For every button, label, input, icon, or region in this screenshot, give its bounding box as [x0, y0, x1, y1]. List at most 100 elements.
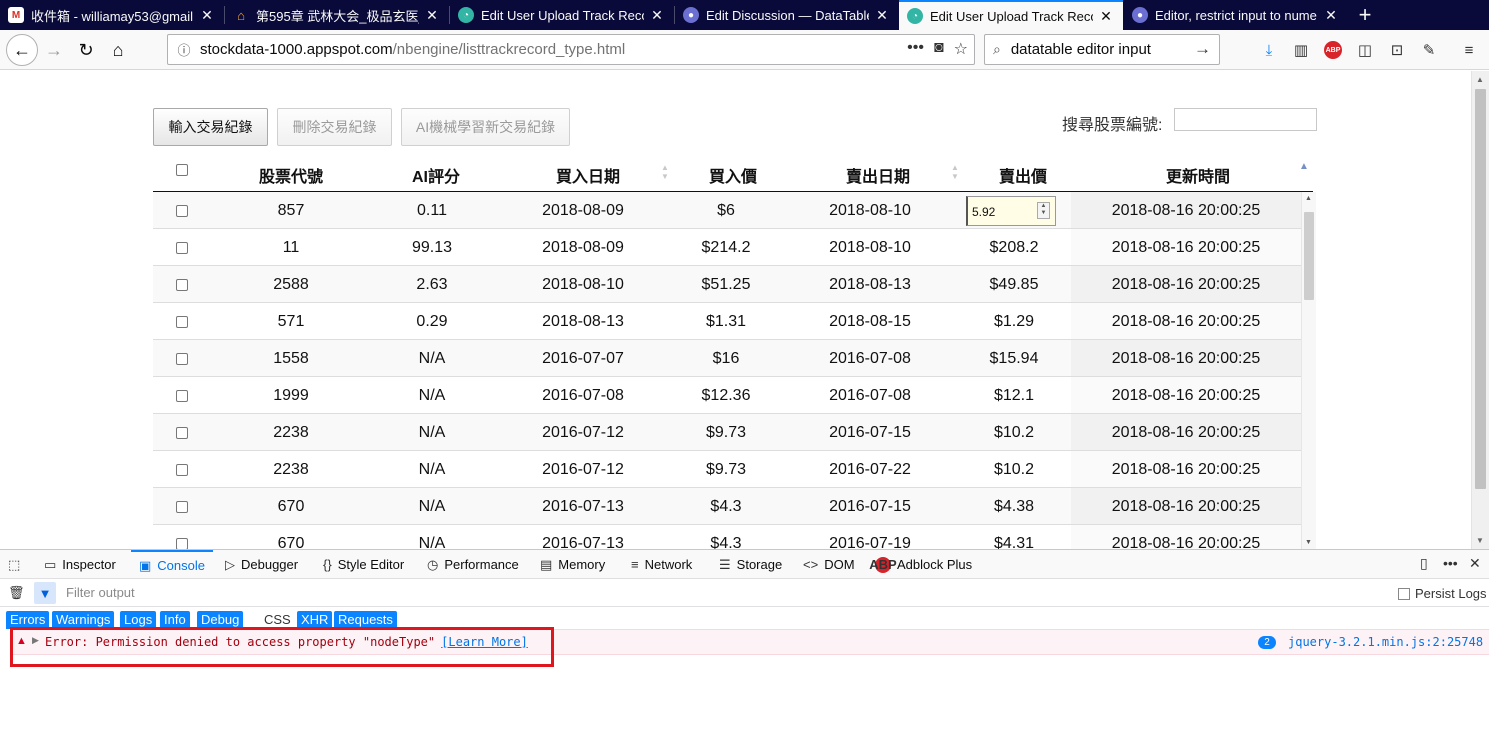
- cell-buy-price[interactable]: $4.3: [683, 535, 769, 549]
- cell-updated[interactable]: 2018-08-16 20:00:25: [1071, 350, 1301, 368]
- reload-button[interactable]: ↻: [72, 36, 100, 64]
- cell-buy-price[interactable]: $9.73: [683, 461, 769, 479]
- row-select-checkbox[interactable]: [176, 205, 188, 217]
- filter-toggle-icon[interactable]: ▼: [34, 582, 56, 604]
- column-header-code[interactable]: 股票代號: [213, 163, 369, 187]
- table-row[interactable]: 2588 2.63 2018-08-10 $51.25 2018-08-13 $49.85…: [153, 266, 1301, 303]
- column-header-ai[interactable]: AI評分: [369, 163, 503, 187]
- adblock-button[interactable]: ABP: [1321, 38, 1345, 62]
- eyedropper-icon[interactable]: ✎: [1417, 38, 1441, 62]
- page-actions-icon[interactable]: •••: [907, 39, 924, 59]
- cell-sell-date[interactable]: 2016-07-15: [783, 424, 957, 442]
- cell-sell-date[interactable]: 2018-08-10: [783, 239, 957, 257]
- table-row[interactable]: 571 0.29 2018-08-13 $1.31 2018-08-15 $1.29 201…: [153, 303, 1301, 340]
- downloads-icon[interactable]: ⤓: [1257, 38, 1281, 62]
- search-bar[interactable]: ⌕ datatable editor input →: [984, 34, 1220, 65]
- cell-updated[interactable]: 2018-08-16 20:00:25: [1071, 387, 1301, 405]
- cell-sell-price[interactable]: $15.94: [973, 350, 1055, 368]
- cell-updated[interactable]: 2018-08-16 20:00:25: [1071, 313, 1301, 331]
- cell-updated[interactable]: 2018-08-16 20:00:25: [1071, 424, 1301, 442]
- cell-sell-date[interactable]: 2016-07-08: [783, 387, 957, 405]
- scroll-up-icon[interactable]: ▲: [1305, 195, 1312, 202]
- cell-buy-price[interactable]: $1.31: [683, 313, 769, 331]
- cell-sell-price[interactable]: $4.31: [973, 535, 1055, 549]
- cell-ai[interactable]: 0.11: [369, 202, 495, 220]
- cell-updated[interactable]: 2018-08-16 20:00:25: [1071, 498, 1301, 516]
- table-scrollbar[interactable]: ▲ ▼: [1301, 192, 1316, 549]
- tab-dom[interactable]: <> DOM: [803, 550, 855, 579]
- cell-buy-date[interactable]: 2018-08-09: [503, 239, 663, 257]
- table-row[interactable]: 11 99.13 2018-08-09 $214.2 2018-08-10 $208.2 2…: [153, 229, 1301, 266]
- number-spinner-icon[interactable]: ▲ ▼: [1037, 202, 1050, 219]
- column-header-buy-date[interactable]: 買入日期: [503, 163, 673, 187]
- cell-buy-price[interactable]: $4.3: [683, 498, 769, 516]
- close-icon[interactable]: ✕: [198, 7, 216, 24]
- url-bar[interactable]: ⓘ stockdata-1000.appspot.com/nbengine/li…: [167, 34, 975, 65]
- close-icon[interactable]: ✕: [648, 7, 666, 24]
- cell-code[interactable]: 571: [213, 313, 369, 331]
- clear-console-icon[interactable]: 🗑: [8, 585, 25, 601]
- select-all-checkbox[interactable]: [176, 164, 188, 176]
- table-row[interactable]: 2238 N/A 2016-07-12 $9.73 2016-07-22 $10.2 201…: [153, 451, 1301, 488]
- cell-buy-price[interactable]: $12.36: [683, 387, 769, 405]
- cell-code[interactable]: 1558: [213, 350, 369, 368]
- search-go-icon[interactable]: →: [1194, 39, 1211, 59]
- cell-code[interactable]: 1999: [213, 387, 369, 405]
- tab-style-editor[interactable]: {} Style Editor: [323, 550, 404, 579]
- stock-search-input[interactable]: [1174, 108, 1317, 131]
- element-picker-button[interactable]: ⬚: [8, 550, 26, 579]
- filter-output-input[interactable]: Filter output: [66, 585, 135, 600]
- row-select-checkbox[interactable]: [176, 242, 188, 254]
- sidebar-icon[interactable]: ◫: [1353, 38, 1377, 62]
- cell-ai[interactable]: N/A: [369, 461, 495, 479]
- dock-icon[interactable]: ▯: [1420, 555, 1428, 572]
- cell-buy-date[interactable]: 2016-07-07: [503, 350, 663, 368]
- row-select-checkbox[interactable]: [176, 279, 188, 291]
- table-row[interactable]: 2238 N/A 2016-07-12 $9.73 2016-07-15 $10.2 201…: [153, 414, 1301, 451]
- row-select-checkbox[interactable]: [176, 501, 188, 513]
- scroll-up-icon[interactable]: ▲: [1476, 75, 1484, 84]
- cell-sell-date[interactable]: 2016-07-22: [783, 461, 957, 479]
- tab-console[interactable]: ▣ Console: [131, 550, 213, 579]
- tab-edit-discussion[interactable]: ● Edit Discussion — DataTable ✕: [675, 0, 899, 30]
- table-row[interactable]: 670 N/A 2016-07-13 $4.3 2016-07-19 $4.31 2018-…: [153, 525, 1301, 549]
- close-icon[interactable]: ✕: [1097, 8, 1115, 25]
- cell-sell-date[interactable]: 2016-07-19: [783, 535, 957, 549]
- pocket-icon[interactable]: ◙: [934, 39, 944, 59]
- site-info-icon[interactable]: ⓘ: [174, 40, 194, 60]
- forward-button[interactable]: →: [40, 36, 68, 64]
- tab-gmail[interactable]: M 收件箱 - williamay53@gmail.c ✕: [0, 0, 224, 30]
- table-row[interactable]: 1558 N/A 2016-07-07 $16 2016-07-08 $15.94 2018…: [153, 340, 1301, 377]
- table-scroll-thumb[interactable]: [1304, 212, 1314, 300]
- table-row[interactable]: 670 N/A 2016-07-13 $4.3 2016-07-15 $4.38 2018-…: [153, 488, 1301, 525]
- close-devtools-icon[interactable]: ✕: [1469, 555, 1481, 572]
- cell-sell-price[interactable]: $10.2: [973, 461, 1055, 479]
- menu-icon[interactable]: ≡: [1457, 38, 1481, 62]
- cell-code[interactable]: 2588: [213, 276, 369, 294]
- cell-ai[interactable]: N/A: [369, 535, 495, 549]
- table-row[interactable]: 857 0.11 2018-08-09 $6 2018-08-10 5.92 ▲ ▼ 2018-…: [153, 192, 1301, 229]
- delete-record-button[interactable]: 刪除交易紀錄: [277, 108, 392, 146]
- cell-buy-date[interactable]: 2018-08-13: [503, 313, 663, 331]
- close-icon[interactable]: ✕: [873, 7, 891, 24]
- cell-sell-date[interactable]: 2018-08-15: [783, 313, 957, 331]
- cell-sell-date[interactable]: 2018-08-10: [783, 202, 957, 220]
- bookmark-star-icon[interactable]: ☆: [954, 39, 968, 59]
- cell-code[interactable]: 670: [213, 498, 369, 516]
- tab-network[interactable]: ≡ Network: [631, 550, 692, 579]
- persist-logs-checkbox[interactable]: [1398, 587, 1410, 600]
- tab-inspector[interactable]: ▭ Inspector: [44, 550, 116, 579]
- add-record-button[interactable]: 輸入交易紀錄: [153, 108, 268, 146]
- row-select-checkbox[interactable]: [176, 316, 188, 328]
- cell-buy-price[interactable]: $9.73: [683, 424, 769, 442]
- cell-updated[interactable]: 2018-08-16 20:00:25: [1071, 535, 1301, 549]
- cell-buy-date[interactable]: 2016-07-13: [503, 498, 663, 516]
- tab-novel[interactable]: ⌂ 第595章 武林大会_极品玄医_都 ✕: [225, 0, 449, 30]
- tab-storage[interactable]: ☰ Storage: [719, 550, 782, 579]
- cell-code[interactable]: 11: [213, 239, 369, 257]
- column-header-sell-date[interactable]: 賣出日期: [783, 163, 973, 187]
- cell-updated[interactable]: 2018-08-16 20:00:25: [1071, 461, 1301, 479]
- close-icon[interactable]: ✕: [1322, 7, 1340, 24]
- scroll-down-icon[interactable]: ▼: [1305, 539, 1312, 546]
- library-icon[interactable]: ▥: [1289, 38, 1313, 62]
